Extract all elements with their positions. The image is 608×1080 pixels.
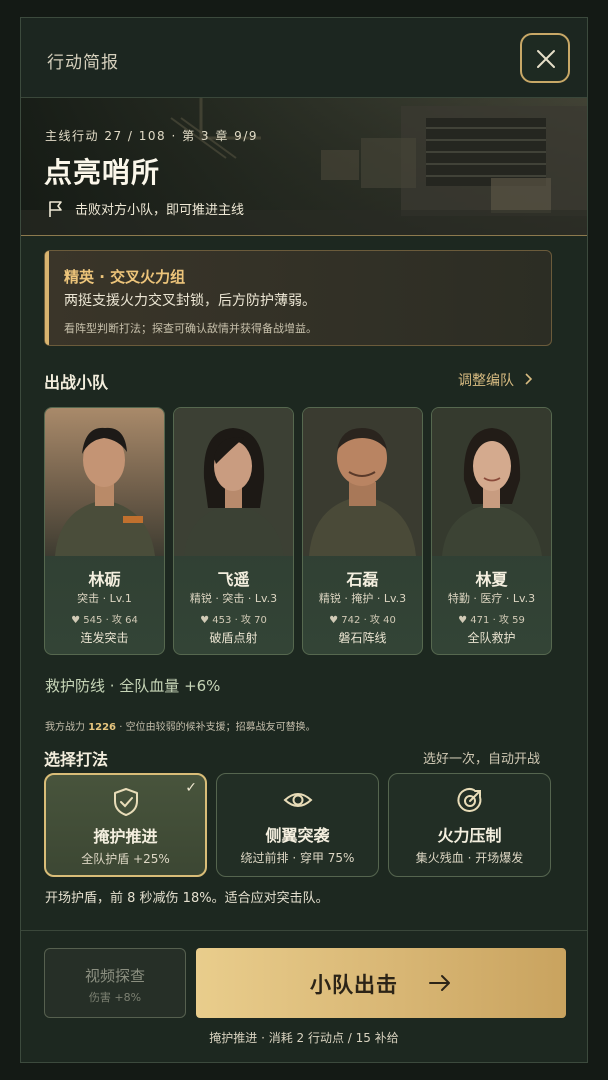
enemy-title: 精英 · 交叉火力组 — [64, 268, 186, 286]
page-title: 行动简报 — [47, 53, 119, 73]
enemy-info-card: 精英 · 交叉火力组 两挺支援火力交叉封锁，后方防护薄弱。 看阵型判断打法；探查… — [44, 250, 552, 346]
objective-text: 击败对方小队，即可推进主线 — [75, 203, 245, 218]
power-prefix: 我方战力 — [45, 722, 85, 733]
selected-check-icon: ✓ — [185, 780, 197, 796]
member-role: 精锐 · 突击 · Lv.3 — [189, 592, 278, 605]
member-stats: ♥ 471 · 攻 59 — [458, 615, 525, 626]
avatar — [303, 408, 422, 556]
close-icon — [537, 50, 555, 68]
member-name: 林夏 — [475, 570, 508, 589]
header: 行动简报 — [21, 18, 587, 98]
member-role: 特勤 · 医疗 · Lv.3 — [447, 592, 536, 605]
accent-bar — [45, 251, 49, 345]
avatar — [45, 408, 164, 556]
member-name: 林砺 — [88, 570, 121, 589]
squad-title: 出战小队 — [44, 373, 109, 392]
squad-card-1[interactable]: 林砺 突击 · Lv.1 ♥ 545 · 攻 64 连发突击 — [44, 407, 165, 655]
mission-objective: 击败对方小队，即可推进主线 — [47, 199, 244, 218]
deploy-label: 小队出击 — [310, 973, 398, 997]
power-value: 1226 — [88, 722, 117, 733]
target-icon — [457, 788, 482, 812]
member-skill: 破盾点射 — [209, 631, 258, 645]
tactic-fire-suppression[interactable]: 火力压制 集火残血 · 开场爆发 — [388, 773, 551, 877]
shield-check-icon — [114, 788, 138, 816]
deploy-cost: 掩护推进 · 消耗 2 行动点 / 15 补给 — [209, 1031, 399, 1045]
enemy-tip: 看阵型判断打法；探查可确认敌情并获得备战增益。 — [64, 322, 317, 335]
member-stats: ♥ 545 · 攻 64 — [71, 615, 138, 626]
tactic-flank-raid[interactable]: 侧翼突袭 绕过前排 · 穿甲 75% — [216, 773, 379, 877]
video-scout-label: 视频探查 — [84, 967, 145, 985]
enemy-description: 两挺支援火力交叉封锁，后方防护薄弱。 — [64, 293, 316, 309]
adjust-formation-link[interactable]: 调整编队 — [458, 370, 536, 390]
power-suffix: · 空位由较弱的候补支援；招募战友可替换。 — [119, 722, 316, 733]
deploy-squad-button[interactable]: 小队出击 — [196, 948, 566, 1018]
arrow-right-icon — [429, 975, 450, 991]
avatar — [174, 408, 293, 556]
close-button[interactable] — [520, 33, 570, 83]
tactic-name: 侧翼突袭 — [265, 826, 330, 845]
squad-card-2[interactable]: 飞遥 精锐 · 突击 · Lv.3 ♥ 453 · 攻 70 破盾点射 — [173, 407, 294, 655]
member-skill: 连发突击 — [80, 631, 129, 645]
chevron-right-icon — [525, 373, 533, 385]
tactic-effect: 集火残血 · 开场爆发 — [415, 851, 524, 865]
divider — [21, 235, 587, 236]
briefing-panel: 行动简报 主线行动 27 / 108 · 第 3 章 9/9 点亮哨所 击败对方… — [20, 17, 588, 1063]
mission-title: 点亮哨所 — [44, 156, 161, 189]
mission-banner: 主线行动 27 / 108 · 第 3 章 9/9 点亮哨所 击败对方小队，即可… — [21, 98, 587, 236]
squad-bonus: 救护防线 · 全队血量 +6% — [45, 677, 221, 695]
member-skill: 磐石阵线 — [338, 631, 387, 645]
member-role: 精锐 · 掩护 · Lv.3 — [318, 592, 407, 605]
mission-progress: 主线行动 27 / 108 · 第 3 章 9/9 — [45, 129, 258, 143]
squad-card-4[interactable]: 林夏 特勤 · 医疗 · Lv.3 ♥ 471 · 攻 59 全队救护 — [431, 407, 552, 655]
member-stats: ♥ 453 · 攻 70 — [200, 615, 267, 626]
flag-icon — [49, 201, 62, 217]
divider — [21, 930, 587, 931]
tactics-hint: 选好一次，自动开战 — [423, 752, 541, 767]
squad-power: 我方战力 1226 · 空位由较弱的候补支援；招募战友可替换。 — [45, 718, 316, 733]
tactic-name: 掩护推进 — [93, 827, 158, 846]
adjust-formation-label: 调整编队 — [458, 373, 514, 389]
squad-card-3[interactable]: 石磊 精锐 · 掩护 · Lv.3 ♥ 742 · 攻 40 磐石阵线 — [302, 407, 423, 655]
eye-icon — [283, 793, 313, 807]
member-skill: 全队救护 — [467, 631, 516, 645]
tactics-title: 选择打法 — [44, 750, 109, 769]
video-scout-button[interactable]: 视频探查 伤害 +8% — [44, 948, 186, 1018]
tactic-effect: 绕过前排 · 穿甲 75% — [240, 851, 355, 865]
tactic-cover-advance[interactable]: ✓ 掩护推进 全队护盾 +25% — [44, 773, 207, 877]
squad-cards: 林砺 突击 · Lv.1 ♥ 545 · 攻 64 连发突击 飞遥 精锐 · 突… — [44, 407, 552, 655]
member-name: 飞遥 — [217, 570, 250, 589]
member-role: 突击 · Lv.1 — [77, 592, 132, 605]
avatar — [432, 408, 551, 556]
member-stats: ♥ 742 · 攻 40 — [329, 615, 396, 626]
member-name: 石磊 — [346, 570, 379, 589]
video-scout-bonus: 伤害 +8% — [88, 991, 142, 1004]
tactic-name: 火力压制 — [437, 826, 502, 845]
tactic-effect: 全队护盾 +25% — [81, 852, 170, 866]
tactic-description: 开场护盾，前 8 秒减伤 18%。适合应对突击队。 — [45, 891, 329, 906]
